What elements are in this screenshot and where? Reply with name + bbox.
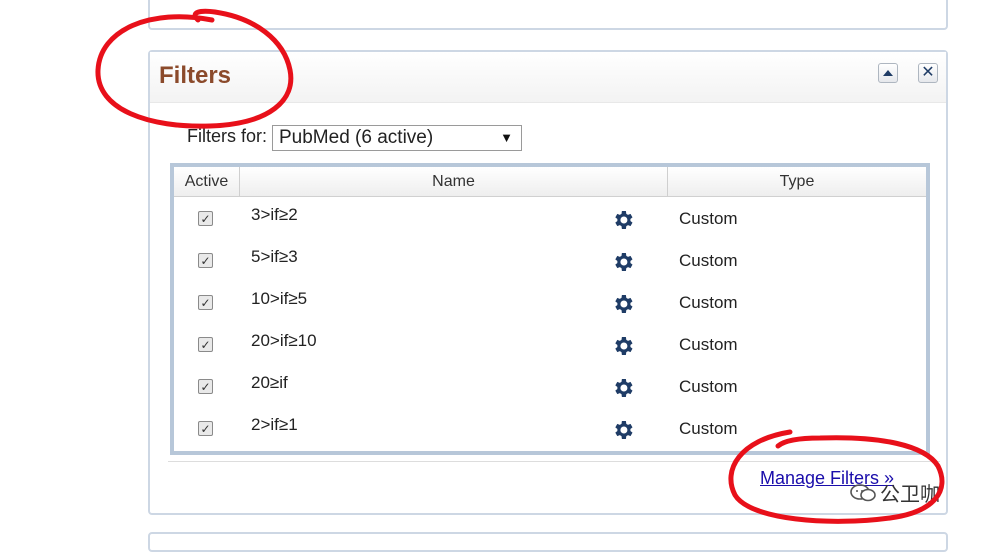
watermark-text: 公卫咖 [880,484,940,506]
database-select-value: PubMed (6 active) [279,127,434,148]
filter-type: Custom [679,377,738,396]
filter-type: Custom [679,251,738,270]
filter-name: 20≥if [251,373,288,392]
gear-icon[interactable] [611,208,635,232]
filter-name: 5>if≥3 [251,247,298,266]
gear-icon[interactable] [611,334,635,358]
filter-name: 10>if≥5 [251,289,308,308]
dropdown-arrow-icon: ▼ [500,130,513,145]
filter-type: Custom [679,209,738,228]
gear-icon[interactable] [611,250,635,274]
checkmark-icon: ✓ [200,379,211,394]
active-checkbox[interactable]: ✓ [198,337,213,352]
filter-type: Custom [679,335,738,354]
active-checkbox[interactable]: ✓ [198,379,213,394]
column-header-name[interactable]: Name [240,167,668,196]
watermark: 公卫咖 [850,478,940,507]
checkmark-icon: ✓ [200,295,211,310]
checkmark-icon: ✓ [200,253,211,268]
collapse-button[interactable] [878,63,898,83]
filters-for-label: Filters for: [187,126,268,146]
filter-type: Custom [679,293,738,312]
gear-icon[interactable] [611,418,635,442]
filter-name: 20>if≥10 [251,331,317,350]
next-panel [148,532,948,552]
gear-icon[interactable] [611,376,635,400]
active-checkbox[interactable]: ✓ [198,295,213,310]
checkmark-icon: ✓ [200,421,211,436]
table-row: ✓ 20≥if Custom [174,365,926,407]
active-checkbox[interactable]: ✓ [198,211,213,226]
triangle-up-icon [883,70,893,76]
column-header-active[interactable]: Active [174,167,240,196]
filter-name: 2>if≥1 [251,415,298,434]
active-checkbox[interactable]: ✓ [198,253,213,268]
table-header: Active Name Type [174,167,926,197]
filters-table: Active Name Type ✓ 3>if≥2 Custom ✓ 5>if≥… [170,163,930,455]
gear-icon[interactable] [611,292,635,316]
close-button[interactable]: ✕ [918,63,938,83]
table-row: ✓ 20>if≥10 Custom [174,323,926,365]
filters-panel: Filters ✕ Filters for: PubMed (6 active)… [148,50,948,515]
previous-panel [148,0,948,30]
table-row: ✓ 10>if≥5 Custom [174,281,926,323]
filter-name: 3>if≥2 [251,205,298,224]
database-select[interactable]: PubMed (6 active) ▼ [272,125,522,151]
active-checkbox[interactable]: ✓ [198,421,213,436]
checkmark-icon: ✓ [200,337,211,352]
close-icon: ✕ [921,64,935,81]
table-row: ✓ 2>if≥1 Custom [174,407,926,449]
table-row: ✓ 3>if≥2 Custom [174,197,926,239]
wechat-icon [850,483,876,501]
panel-title: Filters [159,62,232,89]
table-row: ✓ 5>if≥3 Custom [174,239,926,281]
checkmark-icon: ✓ [200,211,211,226]
column-header-type[interactable]: Type [668,167,926,196]
filters-panel-header: Filters ✕ [150,52,946,103]
filter-type: Custom [679,419,738,438]
divider [168,461,940,462]
